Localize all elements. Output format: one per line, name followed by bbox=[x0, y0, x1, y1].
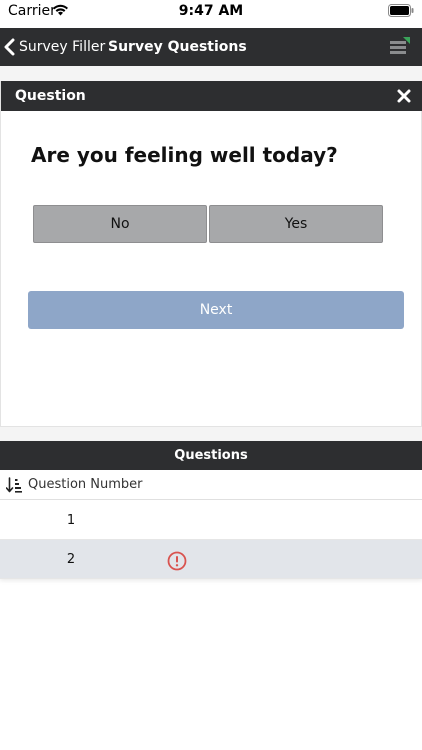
questions-list: Questions Question Number 1 2 bbox=[0, 441, 422, 579]
question-panel-header: Question bbox=[1, 81, 422, 111]
back-button[interactable]: Survey Filler bbox=[0, 28, 105, 66]
column-label: Question Number bbox=[28, 477, 143, 492]
chevron-left-icon bbox=[4, 38, 15, 56]
battery-icon bbox=[388, 4, 414, 17]
question-number: 1 bbox=[66, 513, 76, 528]
answer-yes-button[interactable]: Yes bbox=[209, 205, 383, 243]
table-row[interactable]: 1 bbox=[0, 501, 422, 540]
question-panel: Question Are you feeling well today? No … bbox=[0, 81, 422, 427]
next-button[interactable]: Next bbox=[28, 291, 404, 329]
spacer bbox=[0, 66, 422, 81]
answer-no-button[interactable]: No bbox=[33, 205, 207, 243]
question-panel-title: Question bbox=[15, 88, 86, 104]
nav-bar: Survey Filler Survey Questions bbox=[0, 28, 422, 66]
status-bar: Carrier 9:47 AM bbox=[0, 0, 422, 28]
page-title: Survey Questions bbox=[108, 39, 247, 55]
question-number: 2 bbox=[66, 552, 76, 567]
column-header-question-number[interactable]: Question Number bbox=[0, 470, 422, 500]
close-icon[interactable] bbox=[395, 87, 413, 105]
status-time: 9:47 AM bbox=[178, 3, 244, 19]
back-label: Survey Filler bbox=[19, 39, 106, 55]
alert-icon bbox=[167, 551, 187, 571]
table-row[interactable]: 2 bbox=[0, 540, 422, 579]
menu-icon[interactable] bbox=[390, 37, 410, 57]
questions-list-header: Questions bbox=[0, 441, 422, 470]
spacer bbox=[0, 427, 422, 441]
question-text: Are you feeling well today? bbox=[31, 143, 338, 167]
sort-descending-icon bbox=[6, 476, 22, 493]
